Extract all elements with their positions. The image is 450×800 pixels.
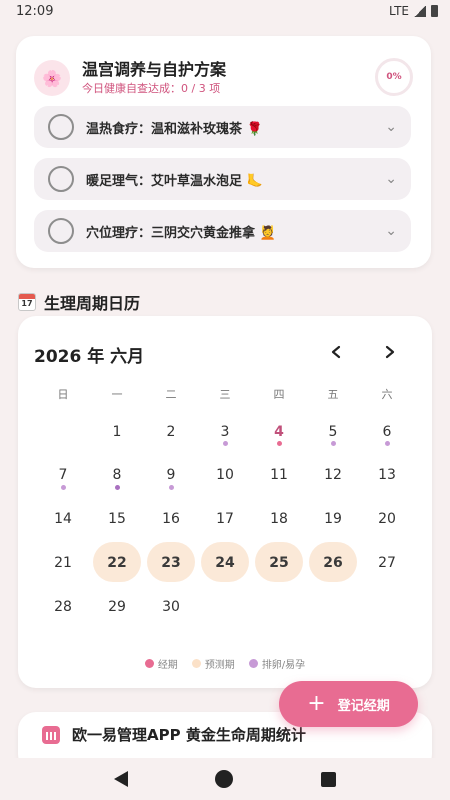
calendar-day[interactable]: 7 bbox=[36, 467, 90, 483]
recent-apps-icon[interactable] bbox=[321, 771, 337, 787]
calendar-icon bbox=[18, 293, 36, 311]
weekday-tue: 二 bbox=[165, 388, 177, 401]
calendar-day[interactable]: 15 bbox=[90, 511, 144, 527]
calendar-section-title: 生理周期日历 bbox=[18, 290, 140, 314]
fertile-dot bbox=[277, 441, 282, 446]
plus-icon: + bbox=[307, 691, 326, 716]
progress-ring: 0% bbox=[375, 58, 413, 96]
calendar-legend: 经期 预测期 排卵/易孕 bbox=[18, 656, 432, 671]
legend-label: 经期 bbox=[157, 660, 178, 671]
fertile-dot bbox=[223, 441, 228, 446]
calendar-day[interactable]: 16 bbox=[144, 511, 198, 527]
weekday-fri: 五 bbox=[327, 388, 339, 401]
fab-label: 登记经期 bbox=[337, 698, 390, 714]
calendar-day-predicted[interactable]: 26 bbox=[306, 555, 360, 571]
calendar-day[interactable]: 14 bbox=[36, 511, 90, 527]
calendar-day[interactable]: 29 bbox=[90, 599, 144, 615]
calendar-day[interactable]: 11 bbox=[252, 467, 306, 483]
task-label: 温热食疗：温和滋补玫瑰茶 🌹 bbox=[86, 121, 263, 137]
weekday-thu: 四 bbox=[273, 388, 285, 401]
plan-title: 温宫调养与自护方案 bbox=[82, 60, 227, 79]
fertile-dot bbox=[385, 441, 390, 446]
task-item-acupoint[interactable]: 穴位理疗：三阴交穴黄金推拿 💆 ⌄ bbox=[34, 210, 411, 252]
calendar-day[interactable]: 12 bbox=[306, 467, 360, 483]
calendar-day[interactable]: 20 bbox=[360, 511, 414, 527]
weekday-mon: 一 bbox=[111, 388, 123, 401]
system-nav-bar bbox=[0, 758, 450, 800]
calendar-day[interactable]: 4 bbox=[252, 424, 306, 440]
section-title-text: 生理周期日历 bbox=[44, 294, 141, 313]
task-checkbox[interactable] bbox=[48, 166, 74, 192]
care-plan-card: 🌸 温宫调养与自护方案 今日健康自查达成：0 / 3 项 0% 温热食疗：温和滋… bbox=[16, 36, 431, 268]
bar-chart-icon bbox=[42, 726, 60, 744]
calendar-day[interactable]: 6 bbox=[360, 424, 414, 440]
network-label: LTE bbox=[389, 4, 409, 18]
task-checkbox[interactable] bbox=[48, 114, 74, 140]
legend-period: 经期 bbox=[144, 656, 178, 671]
flower-icon: 🌸 bbox=[34, 60, 70, 96]
calendar-day[interactable]: 8 bbox=[90, 467, 144, 483]
calendar-day[interactable]: 1 bbox=[90, 424, 144, 440]
home-icon[interactable] bbox=[215, 770, 234, 788]
task-item-foot[interactable]: 暖足理气：艾叶草温水泡足 🦶 ⌄ bbox=[34, 158, 411, 200]
legend-dot bbox=[144, 659, 154, 668]
status-time: 12:09 bbox=[16, 3, 54, 19]
calendar-day-predicted[interactable]: 24 bbox=[198, 555, 252, 571]
calendar-day[interactable]: 5 bbox=[306, 424, 360, 440]
plan-header: 🌸 温宫调养与自护方案 今日健康自查达成：0 / 3 项 0% bbox=[34, 54, 413, 104]
month-label: 2026 年 六月 bbox=[34, 347, 145, 367]
fertile-dot bbox=[61, 485, 66, 490]
task-label: 暖足理气：艾叶草温水泡足 🦶 bbox=[86, 173, 263, 189]
status-icons: LTE bbox=[389, 4, 438, 18]
chevron-left-icon bbox=[331, 345, 341, 359]
next-month-button[interactable] bbox=[376, 338, 404, 366]
status-bar: 12:09 LTE bbox=[0, 0, 450, 22]
prev-month-button[interactable] bbox=[322, 338, 350, 366]
task-label: 穴位理疗：三阴交穴黄金推拿 💆 bbox=[86, 225, 276, 241]
legend-fertile: 排卵/易孕 bbox=[248, 656, 306, 671]
log-period-button[interactable]: + 登记经期 bbox=[279, 681, 418, 727]
task-item-food[interactable]: 温热食疗：温和滋补玫瑰茶 🌹 ⌄ bbox=[34, 106, 411, 148]
weekday-sun: 日 bbox=[57, 388, 69, 401]
weekday-wed: 三 bbox=[219, 388, 231, 401]
calendar-day[interactable]: 28 bbox=[36, 599, 90, 615]
signal-icon bbox=[414, 5, 426, 17]
chevron-down-icon[interactable]: ⌄ bbox=[385, 119, 397, 135]
chevron-down-icon[interactable]: ⌄ bbox=[385, 171, 397, 187]
plan-subtitle: 今日健康自查达成：0 / 3 项 bbox=[82, 82, 221, 95]
battery-icon bbox=[431, 5, 438, 17]
calendar-day[interactable]: 2 bbox=[144, 424, 198, 440]
calendar-day[interactable]: 21 bbox=[36, 555, 90, 571]
legend-label: 预测期 bbox=[204, 660, 235, 671]
chevron-down-icon[interactable]: ⌄ bbox=[385, 223, 397, 239]
calendar-day[interactable]: 3 bbox=[198, 424, 252, 440]
calendar-card: 2026 年 六月 日 一 二 三 四 五 六 1 2 3 4 5 6 7 8 … bbox=[18, 316, 432, 688]
fertile-dot bbox=[169, 485, 174, 490]
calendar-day-predicted[interactable]: 23 bbox=[144, 555, 198, 571]
calendar-day[interactable]: 17 bbox=[198, 511, 252, 527]
calendar-day[interactable]: 9 bbox=[144, 467, 198, 483]
back-icon[interactable] bbox=[113, 771, 128, 787]
chevron-right-icon bbox=[385, 345, 395, 359]
calendar-day[interactable]: 30 bbox=[144, 599, 198, 615]
calendar-day[interactable]: 13 bbox=[360, 467, 414, 483]
legend-label: 排卵/易孕 bbox=[261, 660, 306, 671]
stats-title: 欧一易管理APP 黄金生命周期统计 bbox=[72, 726, 306, 744]
calendar-day[interactable]: 18 bbox=[252, 511, 306, 527]
calendar-day-predicted[interactable]: 22 bbox=[90, 555, 144, 571]
calendar-day[interactable]: 27 bbox=[360, 555, 414, 571]
calendar-day[interactable]: 19 bbox=[306, 511, 360, 527]
fertile-dot bbox=[115, 485, 120, 490]
weekday-sat: 六 bbox=[381, 388, 393, 401]
task-checkbox[interactable] bbox=[48, 218, 74, 244]
calendar-day[interactable]: 10 bbox=[198, 467, 252, 483]
legend-predicted: 预测期 bbox=[191, 656, 235, 671]
calendar-day-predicted[interactable]: 25 bbox=[252, 555, 306, 571]
legend-dot bbox=[248, 659, 258, 668]
legend-dot bbox=[191, 659, 201, 668]
fertile-dot bbox=[331, 441, 336, 446]
